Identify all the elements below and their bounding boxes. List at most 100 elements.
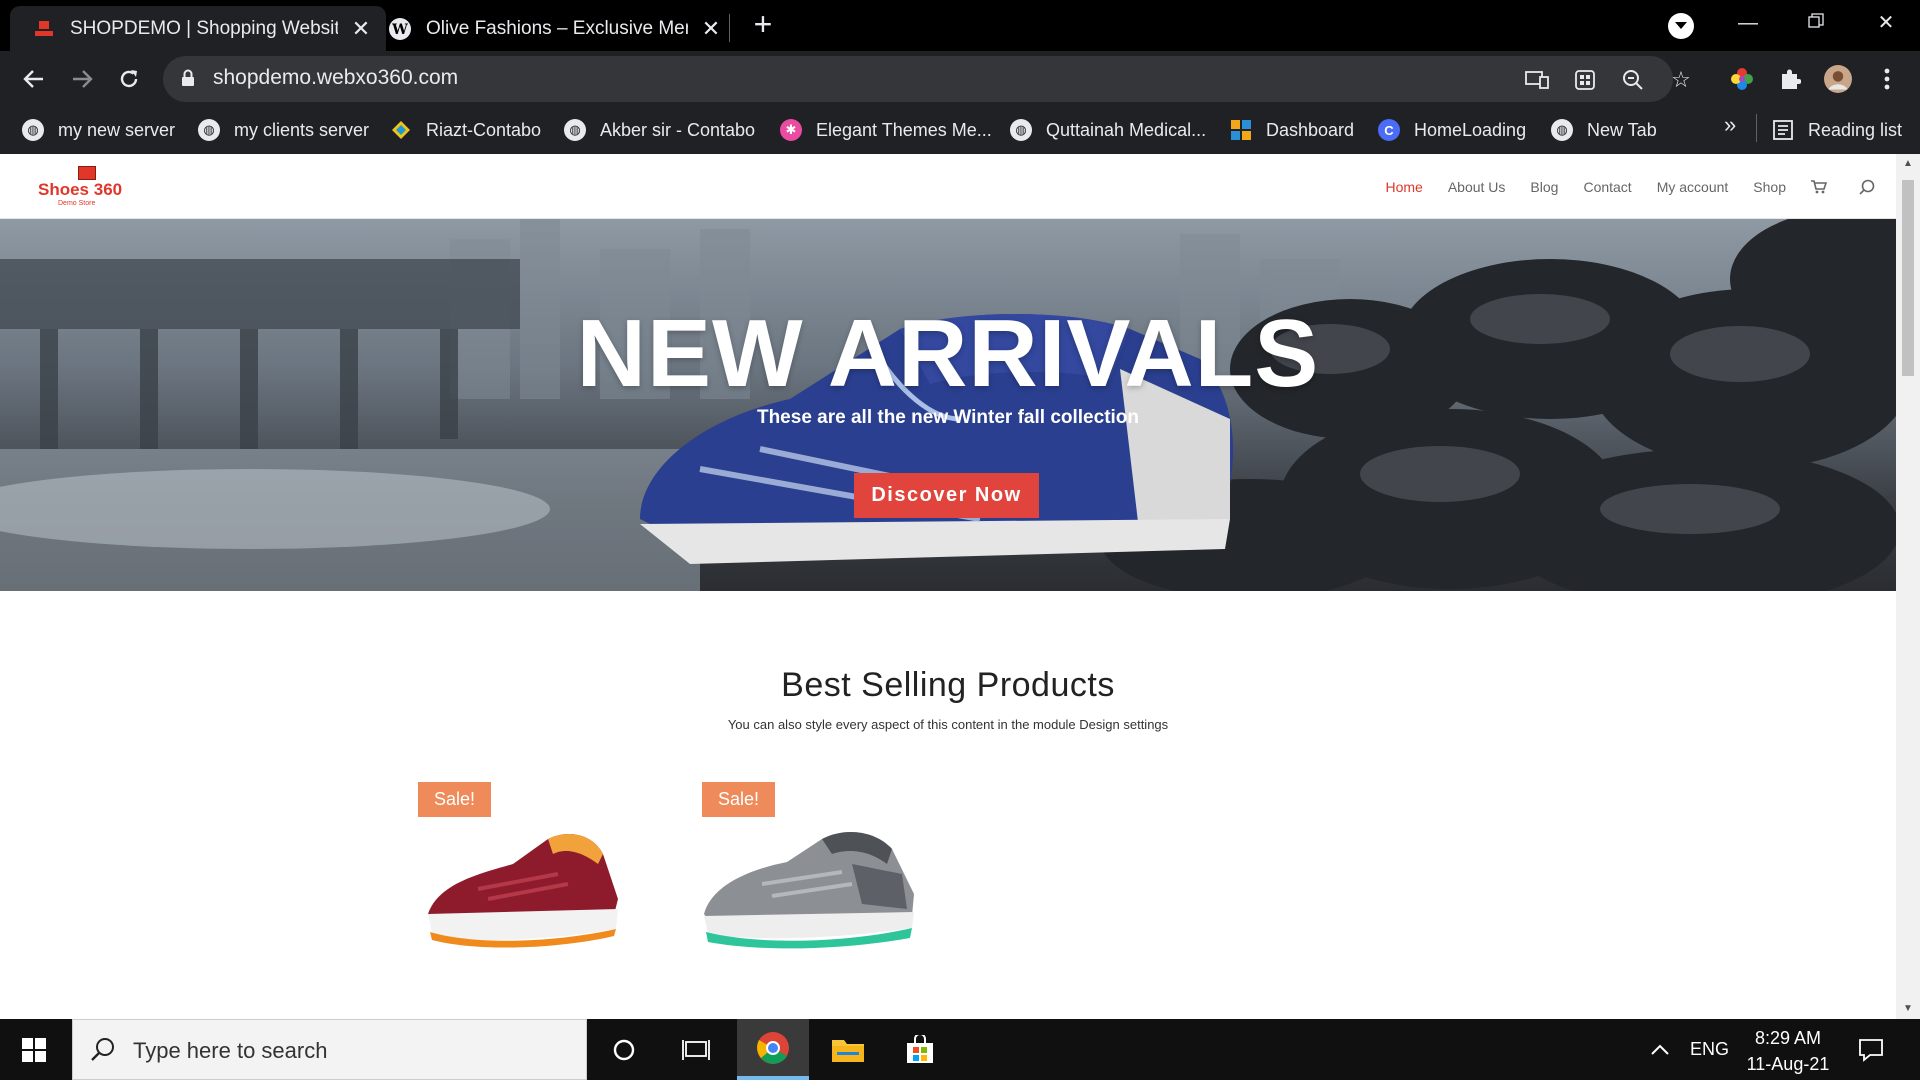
menu-home[interactable]: Home bbox=[1385, 179, 1422, 195]
taskbar-search-box[interactable]: Type here to search bbox=[72, 1019, 587, 1080]
lock-icon bbox=[182, 69, 194, 86]
sale-badge: Sale! bbox=[702, 782, 776, 817]
windows-start-icon[interactable] bbox=[14, 1033, 54, 1067]
reload-icon[interactable] bbox=[111, 61, 147, 97]
logo-name: Shoes 360 bbox=[38, 180, 123, 199]
best-selling-section: Best Selling Products You can also style… bbox=[0, 666, 1896, 732]
dashboard-icon bbox=[1230, 119, 1252, 141]
install-app-icon[interactable] bbox=[1525, 68, 1549, 92]
new-tab-button[interactable]: + bbox=[748, 8, 778, 42]
bookmark-riazt-contabo[interactable]: Riazt-Contabo bbox=[390, 113, 541, 147]
menu-shop[interactable]: Shop bbox=[1753, 179, 1786, 195]
bookmark-homeloading[interactable]: C HomeLoading bbox=[1378, 113, 1526, 147]
bookmark-quttainah-medical[interactable]: ◍ Quttainah Medical... bbox=[1010, 113, 1206, 147]
scroll-up-icon[interactable]: ▲ bbox=[1902, 158, 1914, 170]
menu-blog[interactable]: Blog bbox=[1530, 179, 1558, 195]
bookmark-akber-sir-contabo[interactable]: ◍ Akber sir - Contabo bbox=[564, 113, 755, 147]
bookmarks-separator bbox=[1756, 114, 1757, 142]
chrome-menu-icon[interactable] bbox=[1873, 65, 1901, 93]
svg-text:W: W bbox=[391, 22, 408, 38]
cortana-icon[interactable] bbox=[588, 1019, 660, 1080]
bookmark-my-new-server[interactable]: ◍ my new server bbox=[22, 113, 175, 147]
discover-now-button[interactable]: Discover Now bbox=[854, 473, 1039, 518]
grey-sneaker-image bbox=[704, 831, 914, 949]
language-indicator[interactable]: ENG bbox=[1690, 1019, 1729, 1080]
menu-about-us[interactable]: About Us bbox=[1448, 179, 1506, 195]
cart-icon[interactable] bbox=[1810, 178, 1828, 196]
bookmark-star-icon[interactable]: ☆ bbox=[1669, 67, 1693, 92]
tab-strip: SHOPDEMO | Shopping Website ✕ W Olive Fa… bbox=[0, 0, 1920, 51]
tab-separator bbox=[729, 14, 730, 42]
address-bar[interactable]: shopdemo.webxo360.com ☆ bbox=[163, 56, 1691, 102]
task-view-icon[interactable] bbox=[660, 1019, 732, 1080]
main-menu: Home About Us Blog Contact My account Sh… bbox=[1360, 178, 1876, 196]
globe-icon: ◍ bbox=[564, 119, 586, 141]
chrome-taskbar-icon[interactable] bbox=[737, 1019, 809, 1080]
reading-list-button[interactable]: Reading list bbox=[1772, 113, 1902, 147]
browser-chrome: SHOPDEMO | Shopping Website ✕ W Olive Fa… bbox=[0, 0, 1920, 154]
scroll-down-icon[interactable]: ▼ bbox=[1902, 1003, 1914, 1015]
url-text: shopdemo.webxo360.com bbox=[213, 66, 459, 89]
restore-icon[interactable] bbox=[1796, 6, 1836, 40]
elegant-themes-icon: ✱ bbox=[780, 119, 802, 141]
logo-box-icon bbox=[78, 166, 96, 180]
profile-avatar[interactable] bbox=[1824, 65, 1852, 93]
menu-my-account[interactable]: My account bbox=[1657, 179, 1729, 195]
browser-toolbar: shopdemo.webxo360.com ☆ bbox=[0, 51, 1920, 107]
microsoft-store-icon[interactable] bbox=[884, 1019, 956, 1080]
site-logo[interactable]: Shoes 360 Demo Store bbox=[38, 166, 134, 210]
globe-icon: ◍ bbox=[1010, 119, 1032, 141]
product-card[interactable]: Sale! bbox=[702, 782, 932, 967]
red-sneaker-image bbox=[428, 834, 618, 948]
bookmark-new-tab[interactable]: ◍ New Tab bbox=[1551, 113, 1657, 147]
logo-tagline: Demo Store bbox=[58, 200, 96, 207]
tab-shopdemo[interactable]: SHOPDEMO | Shopping Website ✕ bbox=[10, 6, 386, 51]
show-hidden-icons-chevron-icon[interactable] bbox=[1650, 1019, 1670, 1080]
clock-date: 11-Aug-21 bbox=[1746, 1054, 1830, 1074]
homeloading-icon: C bbox=[1378, 119, 1400, 141]
bookmark-elegant-themes[interactable]: ✱ Elegant Themes Me... bbox=[780, 113, 992, 147]
system-clock[interactable]: 8:29 AM 11-Aug-21 bbox=[1738, 1025, 1838, 1077]
bookmark-my-clients-server[interactable]: ◍ my clients server bbox=[198, 113, 369, 147]
close-tab-icon[interactable]: ✕ bbox=[700, 16, 722, 41]
globe-icon: ◍ bbox=[1551, 119, 1573, 141]
tab-search-icon[interactable] bbox=[1668, 13, 1694, 39]
forward-arrow-icon[interactable] bbox=[64, 61, 100, 97]
reading-list-icon bbox=[1772, 119, 1794, 141]
extensions-puzzle-icon[interactable] bbox=[1776, 65, 1804, 93]
section-title: Best Selling Products bbox=[781, 666, 1115, 704]
hero-subtitle: These are all the new Winter fall collec… bbox=[756, 407, 1140, 428]
back-arrow-icon[interactable] bbox=[16, 61, 52, 97]
bookmark-dashboard[interactable]: Dashboard bbox=[1230, 113, 1354, 147]
close-window-icon[interactable]: ✕ bbox=[1866, 6, 1906, 40]
menu-contact[interactable]: Contact bbox=[1583, 179, 1631, 195]
minimize-icon[interactable]: — bbox=[1728, 6, 1768, 40]
shop-favicon-icon bbox=[32, 17, 56, 41]
file-explorer-icon[interactable] bbox=[812, 1019, 884, 1080]
clock-time: 8:29 AM bbox=[1754, 1028, 1822, 1048]
scrollbar-thumb[interactable] bbox=[1902, 180, 1914, 376]
taskbar-search-placeholder: Type here to search bbox=[133, 1038, 328, 1063]
tab-title: Olive Fashions – Exclusive Mens C bbox=[426, 17, 688, 39]
search-icon[interactable] bbox=[1858, 178, 1876, 196]
web-page: Shoes 360 Demo Store Home About Us Blog … bbox=[0, 154, 1896, 1019]
search-icon bbox=[91, 1038, 114, 1061]
qr-code-icon[interactable] bbox=[1573, 68, 1597, 92]
bookmarks-bar: ◍ my new server ◍ my clients server Riazt-… bbox=[0, 107, 1920, 154]
action-center-icon[interactable] bbox=[1858, 1019, 1884, 1080]
globe-icon: ◍ bbox=[198, 119, 220, 141]
product-card[interactable]: Sale! bbox=[418, 782, 648, 967]
wordpress-icon: W bbox=[388, 17, 412, 41]
zoom-icon[interactable] bbox=[1621, 68, 1645, 92]
windows-taskbar: Type here to search ENG 8:29 AM 11-Aug-2… bbox=[0, 1019, 1920, 1080]
contabo-icon bbox=[390, 119, 412, 141]
hero-banner: NEW ARRIVALS These are all the new Winte… bbox=[0, 219, 1896, 591]
page-scrollbar[interactable]: ▲ ▼ bbox=[1896, 154, 1920, 1019]
tab-olive-fashions[interactable]: W Olive Fashions – Exclusive Mens C ✕ bbox=[366, 6, 736, 51]
color-extension-icon[interactable] bbox=[1728, 65, 1756, 93]
site-header: Shoes 360 Demo Store Home About Us Blog … bbox=[0, 154, 1896, 219]
hero-title: NEW ARRIVALS bbox=[576, 300, 1320, 407]
sale-badge: Sale! bbox=[418, 782, 492, 817]
more-bookmarks-button[interactable]: » bbox=[1724, 112, 1736, 138]
tab-title: SHOPDEMO | Shopping Website bbox=[70, 17, 338, 39]
